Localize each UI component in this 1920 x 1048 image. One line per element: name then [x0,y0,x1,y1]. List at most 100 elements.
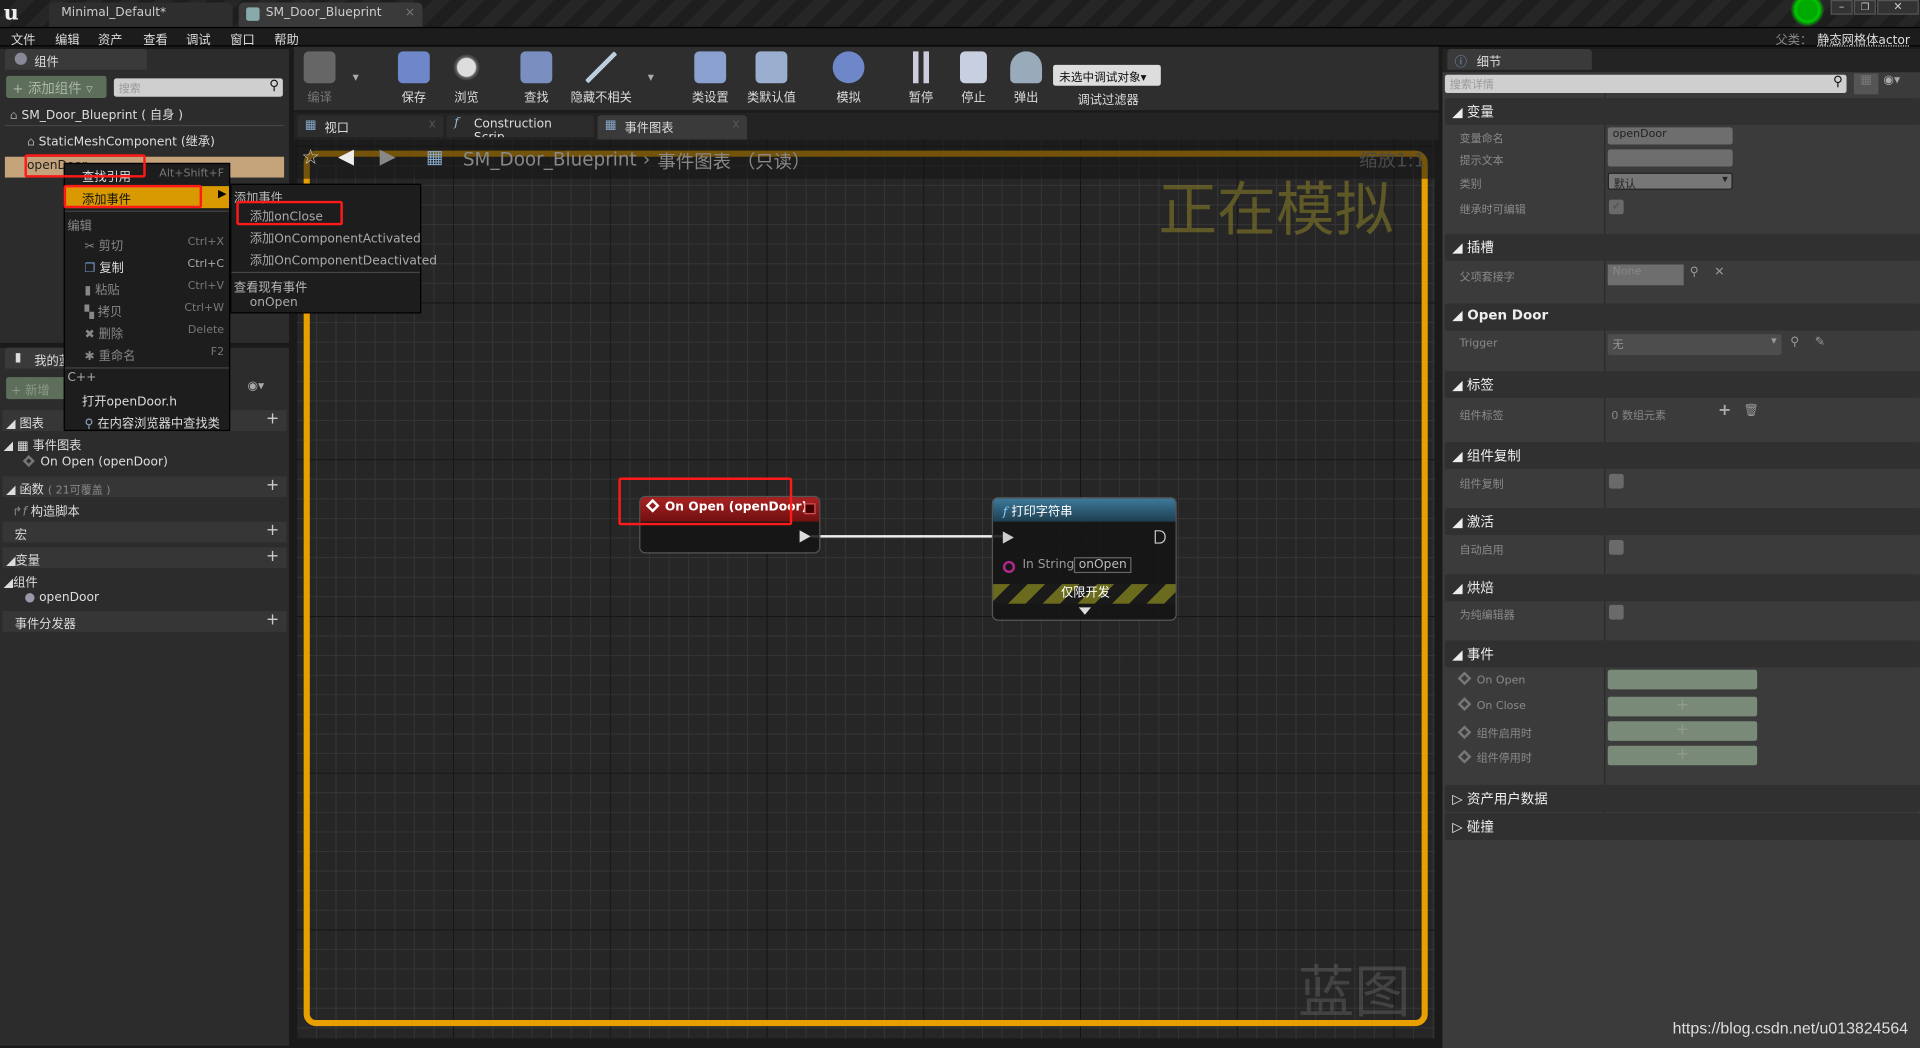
menu-item-copy[interactable]: ❐ 复制 [84,257,123,275]
menu-window[interactable]: 窗口 [230,29,254,47]
menu-item-cut[interactable]: ✂ 剪切 [84,235,123,253]
delegate-pin[interactable] [804,503,816,515]
tree-item-self[interactable]: ⌂ SM_Door_Blueprint ( 自身 ) [10,104,183,122]
parent-class-link[interactable]: 静态网格体actor [1817,29,1910,47]
on-close-add-button[interactable]: + [1607,696,1758,717]
add-component-button[interactable]: + 添加组件 ▿ [6,75,107,98]
menu-item-delete[interactable]: ✖ 删除 [84,323,123,341]
section-cooking[interactable]: ◢ 烘焙 [1444,574,1920,602]
parent-socket-input[interactable]: None [1607,264,1684,286]
menu-debug[interactable]: 调试 [186,29,210,47]
exec-out-pin[interactable] [1154,530,1166,544]
section-variables[interactable]: ◢变量 + [2,547,287,569]
simulate-button[interactable]: 模拟 [820,49,876,108]
stop-button[interactable]: 停止 [945,49,1001,108]
section-replication[interactable]: ◢ 组件复制 [1444,442,1920,469]
tree-construction-script[interactable]: ↱f 构造脚本 [12,501,79,519]
menu-item-existing-onopen[interactable]: onOpen [250,296,298,309]
visibility-eye-icon[interactable]: ◉▾ [1883,73,1900,86]
menu-item-duplicate[interactable]: ▚ 拷贝 [84,301,122,319]
menu-help[interactable]: 帮助 [274,29,298,47]
close-window-button[interactable]: ✕ [1877,0,1919,15]
add-icon[interactable]: + [266,410,279,428]
section-collision[interactable]: ▷ 碰撞 [1444,813,1920,841]
menu-item-open-header[interactable]: 打开openDoor.h [82,391,177,409]
component-search-input[interactable]: 搜索 ⚲ [113,77,283,97]
menu-item-find-in-browser[interactable]: ⚲ 在内容浏览器中查找类 [84,413,219,431]
menu-item-add-oncomponentdeactivated[interactable]: 添加OnComponentDeactivated [250,250,437,268]
tab-details[interactable]: ⓘ 细节 [1447,48,1592,70]
tree-on-open[interactable]: On Open (openDoor) [22,454,168,469]
save-button[interactable]: 保存 [386,49,442,108]
in-string-value[interactable]: onOpen [1073,557,1132,574]
menu-file[interactable]: 文件 [11,29,35,47]
section-events[interactable]: ◢ 事件 [1444,640,1920,668]
tutorial-icon[interactable] [1790,0,1825,27]
auto-activate-checkbox[interactable] [1608,540,1624,555]
editable-checkbox[interactable]: ✔ [1608,199,1624,215]
expand-node-arrow[interactable] [1078,607,1092,615]
favorite-star-icon[interactable]: ☆ [301,146,320,170]
hide-options-dropdown[interactable]: ▾ [648,71,654,84]
on-deactivated-add-button[interactable]: + [1607,745,1758,766]
minimize-button[interactable]: – [1830,0,1853,15]
add-icon[interactable]: + [266,476,279,494]
menu-edit[interactable]: 编辑 [55,29,79,47]
print-string-node[interactable]: f 打印字符串 In String onOpen 仅限开发 [991,497,1177,621]
tab-viewport[interactable]: ▦ 视口 x [297,115,444,138]
find-button[interactable]: 查找 [508,49,564,108]
tab-construction-script[interactable]: f Construction Scrip [446,115,594,138]
tree-opendoor-variable[interactable]: ● openDoor [24,591,99,604]
breadcrumb-root[interactable]: SM_Door_Blueprint [463,148,637,170]
section-tags[interactable]: ◢ 标签 [1444,371,1920,398]
tree-item-static-mesh[interactable]: ⌂ StaticMeshComponent (继承) [27,131,215,149]
trash-icon[interactable]: 🗑 [1744,404,1760,417]
tab-event-graph[interactable]: ▦ 事件图表 x [597,115,747,140]
section-asset-user-data[interactable]: ▷ 资产用户数据 [1444,784,1920,812]
section-open-door[interactable]: ◢ Open Door [1444,303,1920,331]
add-icon[interactable]: + [266,547,279,565]
editor-only-checkbox[interactable] [1608,604,1624,620]
tooltip-input[interactable] [1607,149,1733,167]
section-variable[interactable]: ◢ 变量 [1444,97,1920,125]
tree-components[interactable]: ◢组件 [4,572,38,590]
section-activation[interactable]: ◢ 激活 [1444,508,1920,536]
menu-item-paste[interactable]: ▮ 粘贴 [84,279,119,297]
tab-components[interactable]: 组件 [4,48,147,70]
menu-asset[interactable]: 资产 [98,29,122,47]
tree-event-graph[interactable]: ◢ ▦ 事件图表 [4,435,82,453]
section-dispatchers[interactable]: 事件分发器 + [2,611,287,632]
trigger-dropdown[interactable]: 无 ▾ [1607,334,1782,356]
browse-button[interactable]: 浏览 [438,49,494,108]
section-sockets[interactable]: ◢ 插槽 [1444,233,1920,261]
class-defaults-button[interactable]: 类默认值 [740,49,804,108]
new-button[interactable]: + 新增 [6,377,68,400]
category-dropdown[interactable]: 默认 ▾ [1607,172,1733,191]
string-pin[interactable] [1002,560,1016,574]
clear-icon[interactable]: ✕ [1714,266,1724,279]
forward-arrow-icon[interactable]: ▶ [380,144,396,168]
eyedropper-icon[interactable]: ✎ [1815,336,1825,349]
tab-sm-door-blueprint[interactable]: SM_Door_Blueprint × [238,2,423,27]
add-element-icon[interactable]: + [1718,402,1731,420]
search-icon[interactable]: ⚲ [1690,266,1699,279]
exec-in-pin[interactable] [1002,531,1014,544]
replication-checkbox[interactable] [1608,473,1624,489]
on-open-event-button[interactable] [1607,669,1758,690]
details-search-input[interactable]: 搜索详情 ⚲ [1444,73,1847,94]
eject-button[interactable]: 弹出 [998,49,1054,108]
exec-out-pin[interactable] [799,530,811,543]
class-settings-button[interactable]: 类设置 [682,49,738,108]
grid-view-button[interactable]: ▦ [1853,73,1879,95]
menu-item-add-oncomponentactivated[interactable]: 添加OnComponentActivated [250,228,421,246]
eye-icon[interactable]: ◉▾ [247,380,264,393]
back-arrow-icon[interactable]: ◀ [338,144,354,168]
section-functions[interactable]: ◢ 函数 ( 21可覆盖 ) + [2,476,287,498]
event-graph-canvas[interactable]: ☆ ◀ ▶ ▦ SM_Door_Blueprint › 事件图表 （只读） 缩放… [296,139,1436,1039]
section-macros[interactable]: 宏 + [2,521,287,543]
variable-name-input[interactable]: openDoor [1607,127,1733,145]
pause-button[interactable]: 暂停 [893,49,949,108]
close-tab-icon[interactable]: × [405,6,415,19]
tab-minimal-default[interactable]: Minimal_Default* [48,2,233,27]
hide-unrelated-button[interactable]: 隐藏不相关 [566,49,637,108]
